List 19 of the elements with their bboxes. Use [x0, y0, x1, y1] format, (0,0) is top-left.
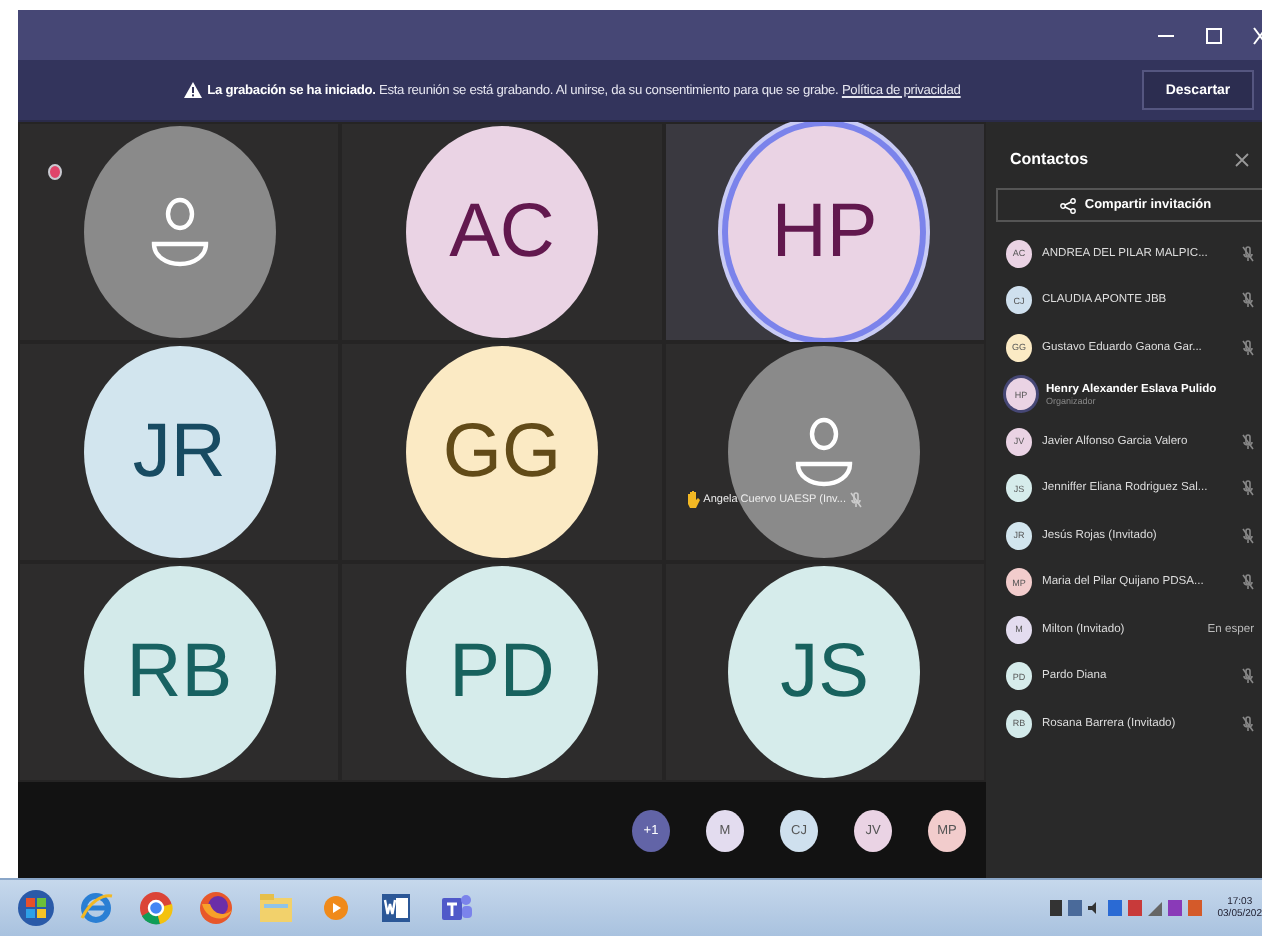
warning-icon: [183, 82, 202, 98]
person-icon: [794, 416, 855, 488]
avatar: GG: [405, 346, 598, 558]
avatar: RB: [83, 566, 276, 778]
share-icon: [1060, 197, 1077, 213]
panel-title: Contactos: [1010, 150, 1089, 168]
avatar: PD: [405, 566, 598, 778]
avatar: HP: [728, 126, 921, 338]
browser-icon[interactable]: [76, 888, 116, 928]
firefox-icon[interactable]: [196, 888, 236, 928]
start-icon[interactable]: [16, 888, 56, 928]
avatar: JR: [83, 346, 276, 558]
avatar: AC: [405, 126, 598, 338]
avatar: JS: [728, 566, 921, 778]
word-icon[interactable]: [376, 888, 416, 928]
person-icon: [149, 196, 210, 268]
close-icon[interactable]: [1234, 151, 1250, 167]
chrome-icon[interactable]: [136, 888, 176, 928]
maximize-icon[interactable]: [1204, 25, 1224, 45]
